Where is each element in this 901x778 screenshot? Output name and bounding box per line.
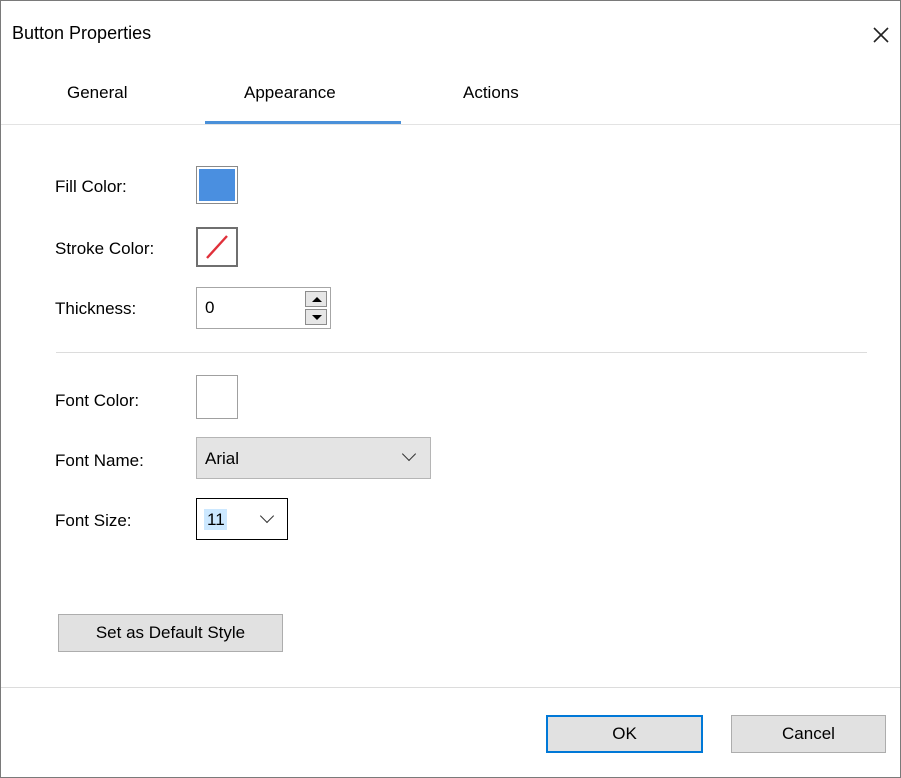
arrow-up-icon [312,297,322,302]
font-size-select[interactable]: 11 [196,498,288,540]
tabs-divider [1,124,900,125]
stroke-color-picker[interactable] [196,227,238,267]
section-divider [56,352,867,353]
thickness-value[interactable]: 0 [205,298,214,318]
spin-up-button[interactable] [305,291,327,307]
close-icon [873,27,889,43]
tab-appearance[interactable]: Appearance [244,83,336,103]
cancel-button[interactable]: Cancel [731,715,886,753]
font-color-picker[interactable] [196,375,238,419]
thickness-spinner[interactable]: 0 [196,287,331,329]
font-size-label: Font Size: [55,511,132,530]
tab-actions[interactable]: Actions [463,83,519,103]
chevron-down-icon [259,508,275,524]
button-properties-dialog: Button Properties General Appearance Act… [0,0,901,778]
spin-down-button[interactable] [305,309,327,325]
fill-color-label: Fill Color: [55,177,127,196]
footer-divider [1,687,900,688]
font-name-select[interactable]: Arial [196,437,431,479]
no-color-slash-icon [206,235,228,259]
close-button[interactable] [863,17,899,53]
font-name-label: Font Name: [55,451,144,470]
stroke-color-label: Stroke Color: [55,239,155,258]
fill-color-swatch [199,169,235,201]
ok-button[interactable]: OK [546,715,703,753]
fill-color-picker[interactable] [196,166,238,204]
chevron-down-icon [401,446,417,462]
arrow-down-icon [312,315,322,320]
font-size-value[interactable]: 11 [204,509,227,530]
set-default-style-button[interactable]: Set as Default Style [58,614,283,652]
thickness-label: Thickness: [55,299,137,318]
tab-general[interactable]: General [67,83,127,103]
font-name-value: Arial [205,449,240,468]
font-color-label: Font Color: [55,391,140,410]
dialog-title: Button Properties [12,23,152,43]
